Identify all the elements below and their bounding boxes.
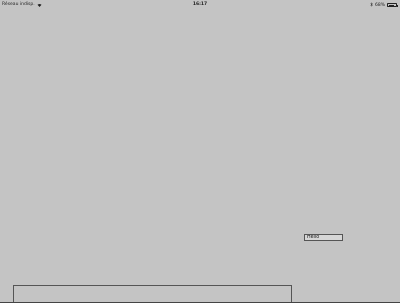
status-time: 16:17 bbox=[192, 2, 208, 7]
battery-icon bbox=[387, 3, 398, 7]
hello-text-field[interactable]: Hello bbox=[304, 234, 343, 241]
battery-fill bbox=[388, 4, 394, 6]
bluetooth-icon bbox=[370, 2, 373, 8]
battery-percent: 68% bbox=[374, 2, 385, 8]
battery-tip bbox=[396, 5, 398, 7]
status-bar: Réseau indisp. 16:17 68% bbox=[0, 0, 400, 9]
bottom-panel[interactable] bbox=[13, 285, 292, 303]
system-status-group: 68% bbox=[370, 2, 398, 8]
app-screen: Réseau indisp. 16:17 68% Hello bbox=[0, 0, 400, 303]
